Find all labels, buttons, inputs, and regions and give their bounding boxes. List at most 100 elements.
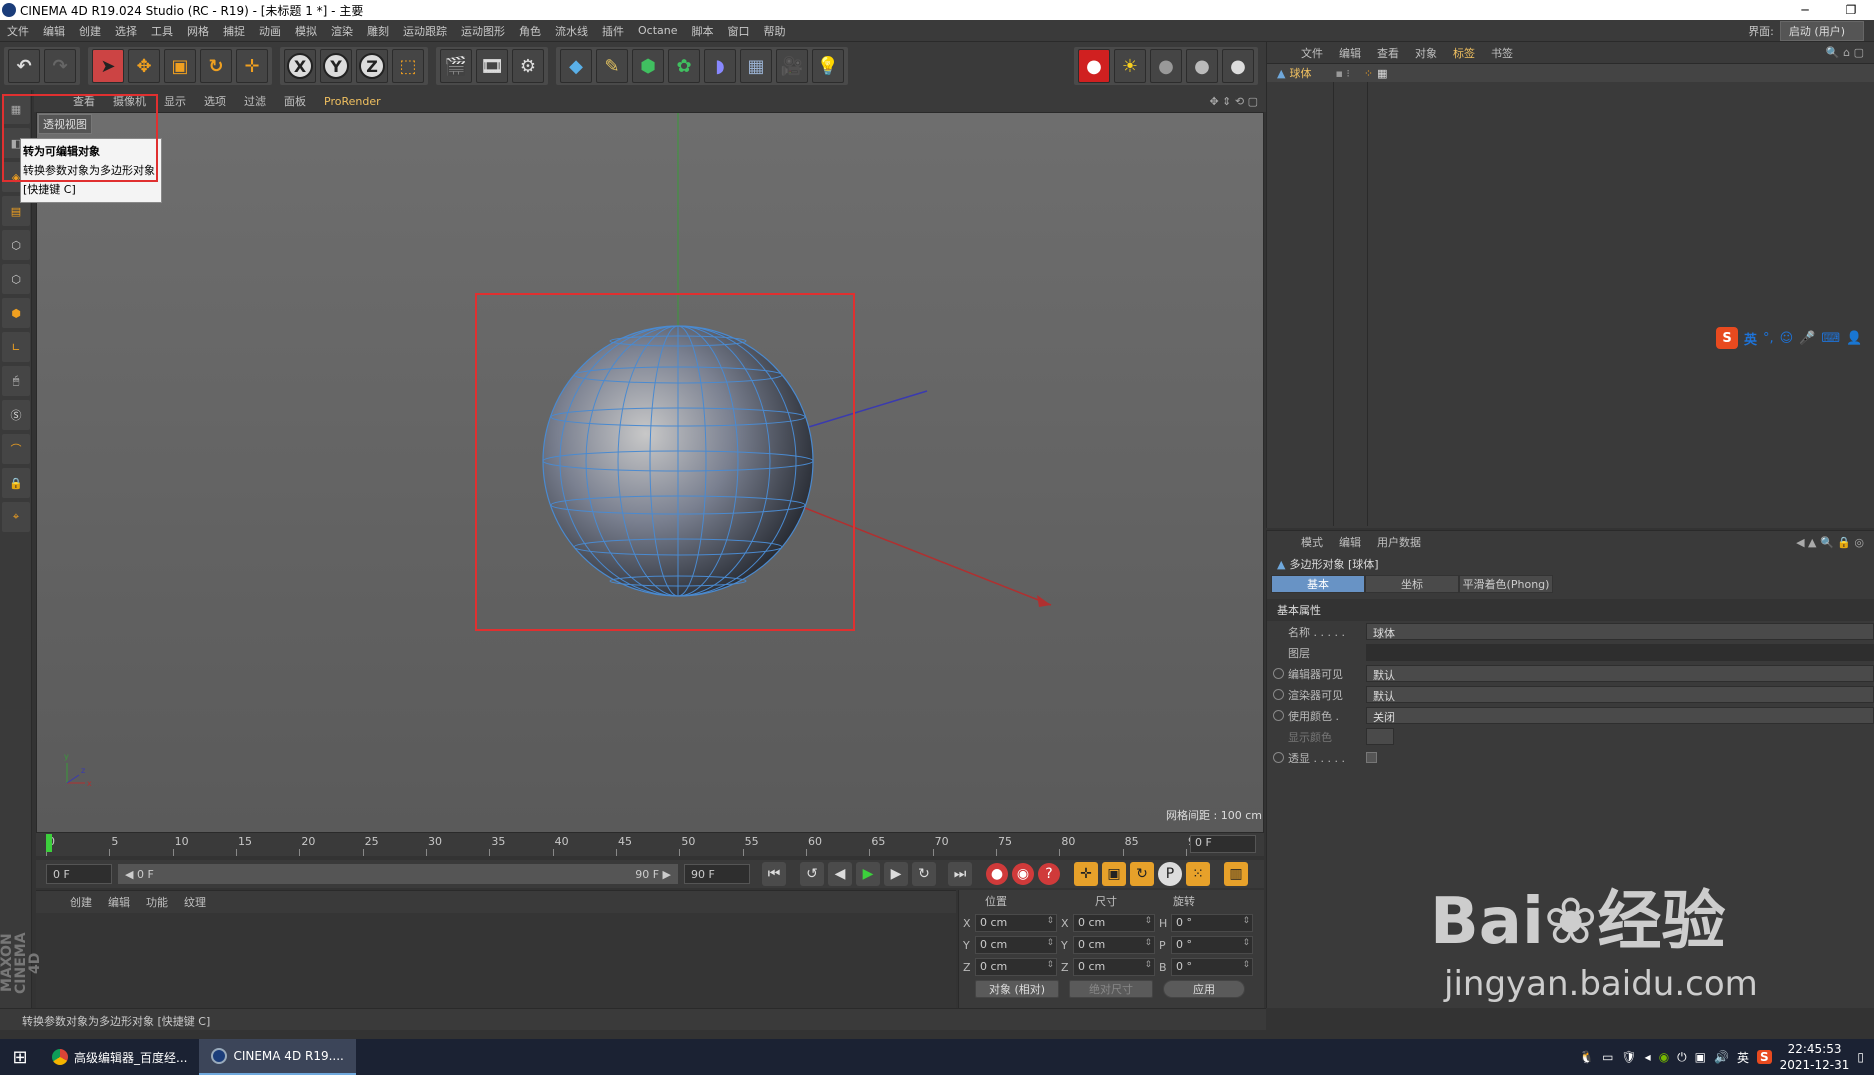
autokey-icon[interactable]: ◉ [1012,863,1034,885]
octane-env-icon[interactable]: ● [1222,49,1254,83]
keyframe-selection-icon[interactable]: ? [1038,863,1060,885]
attr-menu-mode[interactable]: 模式 [1293,534,1331,550]
pen-spline-icon[interactable]: ✎ [596,49,628,83]
ime-lang[interactable]: 英 [1744,329,1757,348]
visibility-dots-icon[interactable]: ▪ ⁝ [1335,67,1349,80]
undo-icon[interactable]: ↶ [8,49,40,83]
keyboard-icon[interactable]: ⌨ [1821,331,1840,346]
snap-icon[interactable]: Ⓢ [2,400,30,430]
go-to-start-icon[interactable]: ⏮ [762,862,786,886]
voice-icon[interactable]: 🎤 [1799,331,1815,346]
octane-render-icon[interactable]: ● [1078,49,1110,83]
menu-simulate[interactable]: 模拟 [288,23,324,39]
start-frame-field[interactable]: 0 F [46,864,112,884]
menu-window[interactable]: 窗口 [721,23,757,39]
render-view-icon[interactable]: 🎬 [440,49,472,83]
go-to-end-icon[interactable]: ⏭ [948,862,972,886]
power-icon[interactable]: ⏻ [1677,1050,1687,1065]
key-position-icon[interactable]: ✛ [1074,862,1098,886]
timeline-ruler[interactable]: 051015202530354045505560657075808590 [36,832,1264,856]
menu-mesh[interactable]: 网格 [180,23,216,39]
polygons-mode-icon[interactable]: ⬢ [2,298,30,328]
vp-menu-panel[interactable]: 面板 [275,93,315,109]
qq-icon[interactable]: 🐧 [1579,1050,1594,1064]
subdivision-icon[interactable]: ⬢ [632,49,664,83]
animate-radio[interactable] [1273,668,1284,679]
viewport-nav-icons[interactable]: ✥ ⇕ ⟲ ▢ [1209,95,1266,108]
vp-menu-filter[interactable]: 过滤 [235,93,275,109]
next-frame-icon[interactable]: ▶ [884,862,908,886]
notification-icon[interactable]: ▯ [1857,1050,1864,1064]
tweak-mode-icon[interactable]: 🖱 [2,366,30,396]
x-axis-lock-icon[interactable]: X [284,49,316,83]
octane-material-icon[interactable]: ● [1150,49,1182,83]
animate-radio[interactable] [1273,752,1284,763]
mat-menu-create[interactable]: 创建 [62,894,100,910]
windows-start-icon[interactable]: ⊞ [0,1039,40,1075]
menu-script[interactable]: 脚本 [685,23,721,39]
play-icon[interactable]: ▶ [856,862,880,886]
menu-mograph[interactable]: 运动图形 [454,23,512,39]
taskbar-ime[interactable]: 英 [1737,1049,1749,1066]
next-key-icon[interactable]: ↻ [912,862,936,886]
z-axis-lock-icon[interactable]: Z [356,49,388,83]
key-scale-icon[interactable]: ▣ [1102,862,1126,886]
layout-select[interactable]: 启动 (用户) [1779,20,1864,41]
pos-x-field[interactable]: 0 cm [975,914,1057,932]
emoji-icon[interactable]: ☺ [1780,331,1794,346]
render-visible-dropdown[interactable]: 默认 [1366,686,1874,703]
mat-menu-function[interactable]: 功能 [138,894,176,910]
mat-menu-edit[interactable]: 编辑 [100,894,138,910]
display-icon[interactable]: ▣ [1695,1050,1706,1064]
attr-menu-userdata[interactable]: 用户数据 [1369,534,1429,550]
menu-octane[interactable]: Octane [631,24,685,37]
obj-menu-edit[interactable]: 编辑 [1331,45,1369,61]
menu-plugins[interactable]: 插件 [595,23,631,39]
animate-radio[interactable] [1273,710,1284,721]
lock-workplane-icon[interactable]: 🔒 [2,468,30,498]
layer-field[interactable] [1366,644,1874,661]
coord-mode-dropdown[interactable]: 对象 (相对) [975,980,1059,998]
key-rotation-icon[interactable]: ↻ [1130,862,1154,886]
menu-character[interactable]: 角色 [512,23,548,39]
size-z-field[interactable]: 0 cm [1073,958,1155,976]
tray-expand-icon[interactable]: ◂ [1645,1050,1651,1064]
floor-icon[interactable]: ▦ [740,49,772,83]
menu-tools[interactable]: 工具 [144,23,180,39]
planar-workplane-icon[interactable]: ⌖ [2,502,30,532]
taskbar-chrome[interactable]: 高级编辑器_百度经... [40,1039,199,1075]
nvidia-icon[interactable]: ◉ [1659,1050,1669,1064]
magnet-icon[interactable]: ⌒ [2,434,30,464]
menu-edit[interactable]: 编辑 [36,23,72,39]
obj-menu-bookmarks[interactable]: 书签 [1483,45,1521,61]
object-name[interactable]: 球体 [1289,65,1311,81]
menu-motion-tracking[interactable]: 运动跟踪 [396,23,454,39]
menu-animate[interactable]: 动画 [252,23,288,39]
texture-tag-icon[interactable]: ▦ [1377,67,1387,80]
obj-menu-tags[interactable]: 标签 [1445,45,1483,61]
prev-key-icon[interactable]: ↺ [800,862,824,886]
user-icon[interactable]: 👤 [1846,331,1862,346]
axis-mode-icon[interactable]: ∟ [2,332,30,362]
light-icon[interactable]: 💡 [812,49,844,83]
prev-frame-icon[interactable]: ◀ [828,862,852,886]
name-field[interactable]: 球体 [1366,623,1874,640]
pos-z-field[interactable]: 0 cm [975,958,1057,976]
menu-create[interactable]: 创建 [72,23,108,39]
ime-toolbar[interactable]: S 英 °, ☺ 🎤 ⌨ 👤 [1716,326,1862,350]
cube-object-icon[interactable]: ◆ [560,49,592,83]
editor-visible-dropdown[interactable]: 默认 [1366,665,1874,682]
scale-tool-icon[interactable]: ▣ [164,49,196,83]
obj-menu-view[interactable]: 查看 [1369,45,1407,61]
display-color-swatch[interactable] [1366,728,1394,745]
attr-nav-icons[interactable]: ◀ ▲ 🔍 🔒 ◎ [1796,536,1874,549]
rot-h-field[interactable]: 0 ° [1171,914,1253,932]
vp-menu-display[interactable]: 显示 [155,93,195,109]
points-mode-icon[interactable]: ⬡ [2,230,30,260]
menu-snap[interactable]: 捕捉 [216,23,252,39]
minimize-button[interactable]: ─ [1782,0,1828,20]
current-frame-field[interactable]: 0 F [1190,835,1256,853]
size-x-field[interactable]: 0 cm [1073,914,1155,932]
apply-button[interactable]: 应用 [1163,980,1245,998]
coordinate-system-icon[interactable]: ⬚ [392,49,424,83]
